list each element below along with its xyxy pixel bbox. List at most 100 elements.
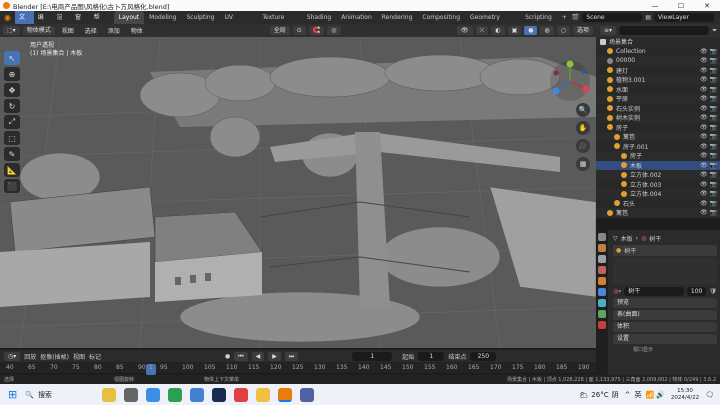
move-tool-icon[interactable]: ✥ xyxy=(4,83,20,97)
record-icon[interactable]: ● xyxy=(225,353,230,360)
menu-timeline-view[interactable]: 视图 xyxy=(73,352,85,361)
wechat-app-icon[interactable] xyxy=(167,387,182,402)
menu-window[interactable]: 窗口 xyxy=(71,11,90,34)
tab-shading[interactable]: Shading xyxy=(302,11,336,24)
current-frame-field[interactable]: 1 xyxy=(352,351,393,361)
outliner-row[interactable]: 篱笆 👁 📷 xyxy=(596,208,720,218)
select-tool-icon[interactable]: ↖ xyxy=(4,51,20,65)
xray-toggle-icon[interactable]: ▣ xyxy=(507,26,522,35)
close-button[interactable]: ✕ xyxy=(694,2,720,10)
outliner-row[interactable]: 水面 👁 📷 xyxy=(596,85,720,95)
snap-icon[interactable]: 🧲 xyxy=(308,26,325,35)
play-icon[interactable]: ▶ xyxy=(268,351,281,361)
tool-tab-icon[interactable] xyxy=(598,233,606,241)
windows-start-icon[interactable]: ⊞ xyxy=(8,388,17,401)
visibility-toggles[interactable]: 👁 📷 xyxy=(700,124,717,131)
shading-material-icon[interactable]: ◍ xyxy=(540,26,554,35)
scene-selector[interactable]: Scene xyxy=(582,13,643,22)
pivot-icon[interactable]: ⊙ xyxy=(292,26,306,35)
visibility-toggles[interactable]: 👁 📷 xyxy=(700,162,717,169)
task-view-icon[interactable] xyxy=(123,387,138,402)
tab-sculpting[interactable]: Sculpting xyxy=(181,11,219,24)
overlay-toggle-icon[interactable]: ◐ xyxy=(491,26,505,35)
modifier-tab-icon[interactable] xyxy=(598,288,606,296)
panel-volume[interactable]: 体积 xyxy=(613,322,717,332)
misc-app-icon[interactable] xyxy=(299,387,314,402)
material-slot-list[interactable]: ● 树干 xyxy=(613,245,717,256)
menu-marker[interactable]: 标记 xyxy=(89,352,101,361)
add-cube-tool-icon[interactable]: ⬛ xyxy=(4,179,20,193)
outliner-row[interactable]: 石头实例 👁 📷 xyxy=(596,104,720,114)
visibility-toggles[interactable]: 👁 📷 xyxy=(700,143,717,150)
outliner-editor-type-icon[interactable]: ≡▾ xyxy=(600,26,617,35)
proportional-icon[interactable]: ◎ xyxy=(327,26,341,35)
material-tab-icon[interactable] xyxy=(598,321,606,329)
tab-uv-editing[interactable]: UV Editing xyxy=(220,11,258,34)
visibility-toggles[interactable]: 👁 📷 xyxy=(700,105,717,112)
panel-preview[interactable]: 预览 xyxy=(613,298,717,308)
transform-orientation-dropdown[interactable]: 全局 xyxy=(269,26,290,35)
maximize-button[interactable]: ☐ xyxy=(668,2,694,10)
viewlayer-selector[interactable]: ViewLayer xyxy=(654,13,714,22)
outliner-row[interactable]: 房子.001 👁 📷 xyxy=(596,142,720,152)
outliner-row[interactable]: 篱笆 👁 📷 xyxy=(596,132,720,142)
measure-tool-icon[interactable]: 📐 xyxy=(4,163,20,177)
particles-tab-icon[interactable] xyxy=(598,299,606,307)
visibility-toggles[interactable]: 👁 📷 xyxy=(700,152,717,159)
output-tab-icon[interactable] xyxy=(598,255,606,263)
tab-texture-paint[interactable]: Texture Paint xyxy=(257,11,301,34)
filter-icon[interactable]: ⏷ xyxy=(712,27,717,35)
material-slot-label[interactable]: 树干 xyxy=(624,246,636,255)
acrobat-app-icon[interactable] xyxy=(233,387,248,402)
panel-surface[interactable]: 表(曲面) xyxy=(613,310,717,320)
visibility-toggles[interactable]: 👁 📷 xyxy=(700,181,717,188)
fake-user-icon[interactable]: 🛡 xyxy=(709,288,717,295)
menu-view[interactable]: 视图 xyxy=(58,26,78,35)
options-dropdown[interactable]: 选项 xyxy=(572,26,593,35)
render-tab-icon[interactable] xyxy=(598,244,606,252)
constraints-tab-icon[interactable] xyxy=(598,310,606,318)
outliner-row[interactable]: 平原 👁 📷 xyxy=(596,94,720,104)
visibility-toggles[interactable]: 👁 📷 xyxy=(700,209,717,216)
panel-settings[interactable]: 设置 xyxy=(613,334,717,344)
store-app-icon[interactable] xyxy=(189,387,204,402)
outliner-row[interactable]: 石头 👁 📷 xyxy=(596,199,720,209)
outliner-row[interactable]: 建灯 👁 📷 xyxy=(596,66,720,76)
blender-app-icon[interactable] xyxy=(277,387,292,402)
navigation-gizmo[interactable] xyxy=(548,59,592,103)
visibility-toggles[interactable]: 👁 📷 xyxy=(700,171,717,178)
input-language[interactable]: 英 xyxy=(634,390,641,400)
widgets-app-icon[interactable] xyxy=(101,387,116,402)
tab-compositing[interactable]: Compositing xyxy=(417,11,465,24)
3d-viewport[interactable]: 用户透视 (1) 场景集合 | 木板 ↖ ⊕ ✥ ↻ ⤢ ⬚ ✎ 📐 ⬛ 🔍 ✋… xyxy=(0,37,596,348)
taskbar-search-input[interactable]: 搜索 xyxy=(38,390,98,400)
gizmo-toggle-icon[interactable]: ⤫ xyxy=(475,26,489,35)
outliner-row[interactable]: 房子 👁 📷 xyxy=(596,151,720,161)
menu-render[interactable]: 渲染 xyxy=(52,11,71,34)
notification-icon[interactable]: 🗨 xyxy=(705,391,714,399)
network-icon[interactable]: 📶 xyxy=(645,391,654,399)
outliner-search-input[interactable] xyxy=(619,26,710,35)
editor-type-button[interactable]: ⬚▾ xyxy=(3,26,20,35)
taskbar-search-icon[interactable]: 🔍 xyxy=(25,391,34,399)
jump-end-icon[interactable]: ⏭ xyxy=(284,351,299,361)
visibility-toggles[interactable]: 👁 📷 xyxy=(700,133,717,140)
visibility-toggles[interactable]: 👁 📷 xyxy=(700,76,717,83)
outliner-row[interactable]: 房子 👁 📷 xyxy=(596,123,720,133)
photoshop-app-icon[interactable] xyxy=(211,387,226,402)
tab-rendering[interactable]: Rendering xyxy=(377,11,418,24)
play-reverse-icon[interactable]: ◀ xyxy=(251,351,265,361)
edge-app-icon[interactable] xyxy=(145,387,160,402)
minimize-button[interactable]: — xyxy=(642,2,668,10)
outliner-row[interactable]: 立方体.002 👁 📷 xyxy=(596,170,720,180)
explorer-app-icon[interactable] xyxy=(255,387,270,402)
menu-select[interactable]: 选择 xyxy=(81,26,101,35)
object-tab-icon[interactable] xyxy=(598,277,606,285)
visibility-toggles[interactable]: 👁 📷 xyxy=(700,200,717,207)
pan-hand-icon[interactable]: ✋ xyxy=(576,121,590,135)
menu-file[interactable]: 文件 xyxy=(14,11,34,34)
cursor-tool-icon[interactable]: ⊕ xyxy=(4,67,20,81)
add-workspace-button[interactable]: + xyxy=(557,11,572,24)
zoom-icon[interactable]: 🔍 xyxy=(576,103,590,117)
blender-menu-icon[interactable]: ◉ xyxy=(0,11,15,24)
